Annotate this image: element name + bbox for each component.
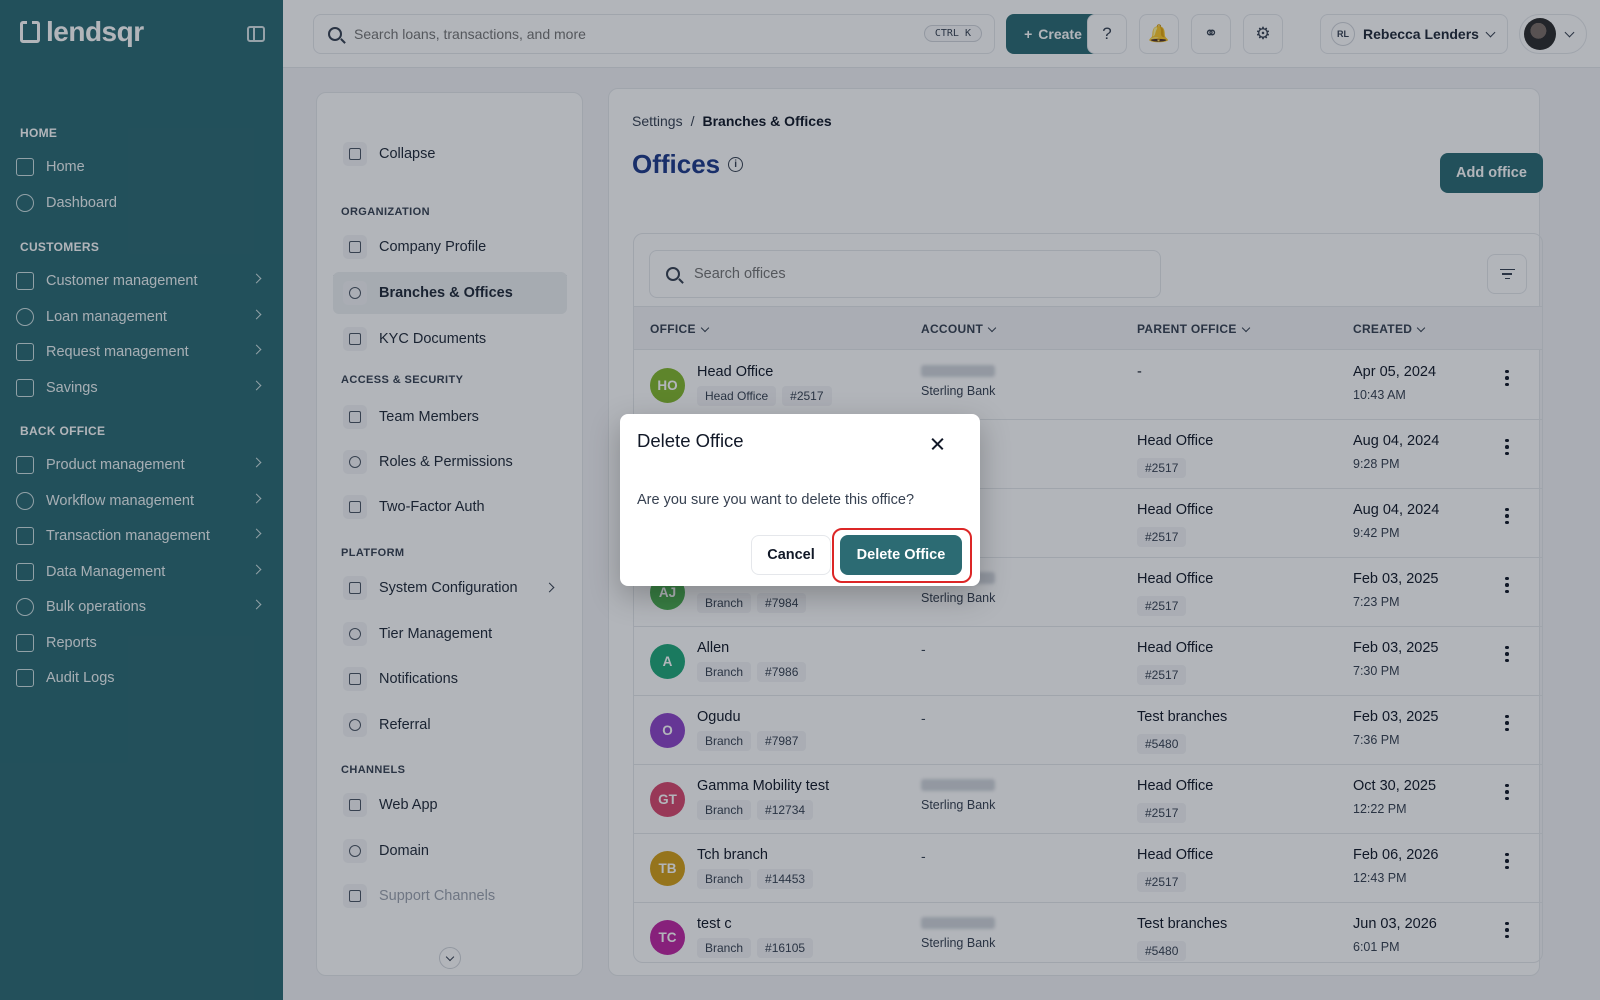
delete-office-button[interactable]: Delete Office xyxy=(840,535,962,575)
close-icon[interactable] xyxy=(926,432,950,456)
delete-office-dialog: Delete Office Are you sure you want to d… xyxy=(620,414,980,586)
dialog-title: Delete Office xyxy=(637,430,744,451)
cancel-button[interactable]: Cancel xyxy=(751,535,831,575)
dialog-message: Are you sure you want to delete this off… xyxy=(637,492,915,508)
